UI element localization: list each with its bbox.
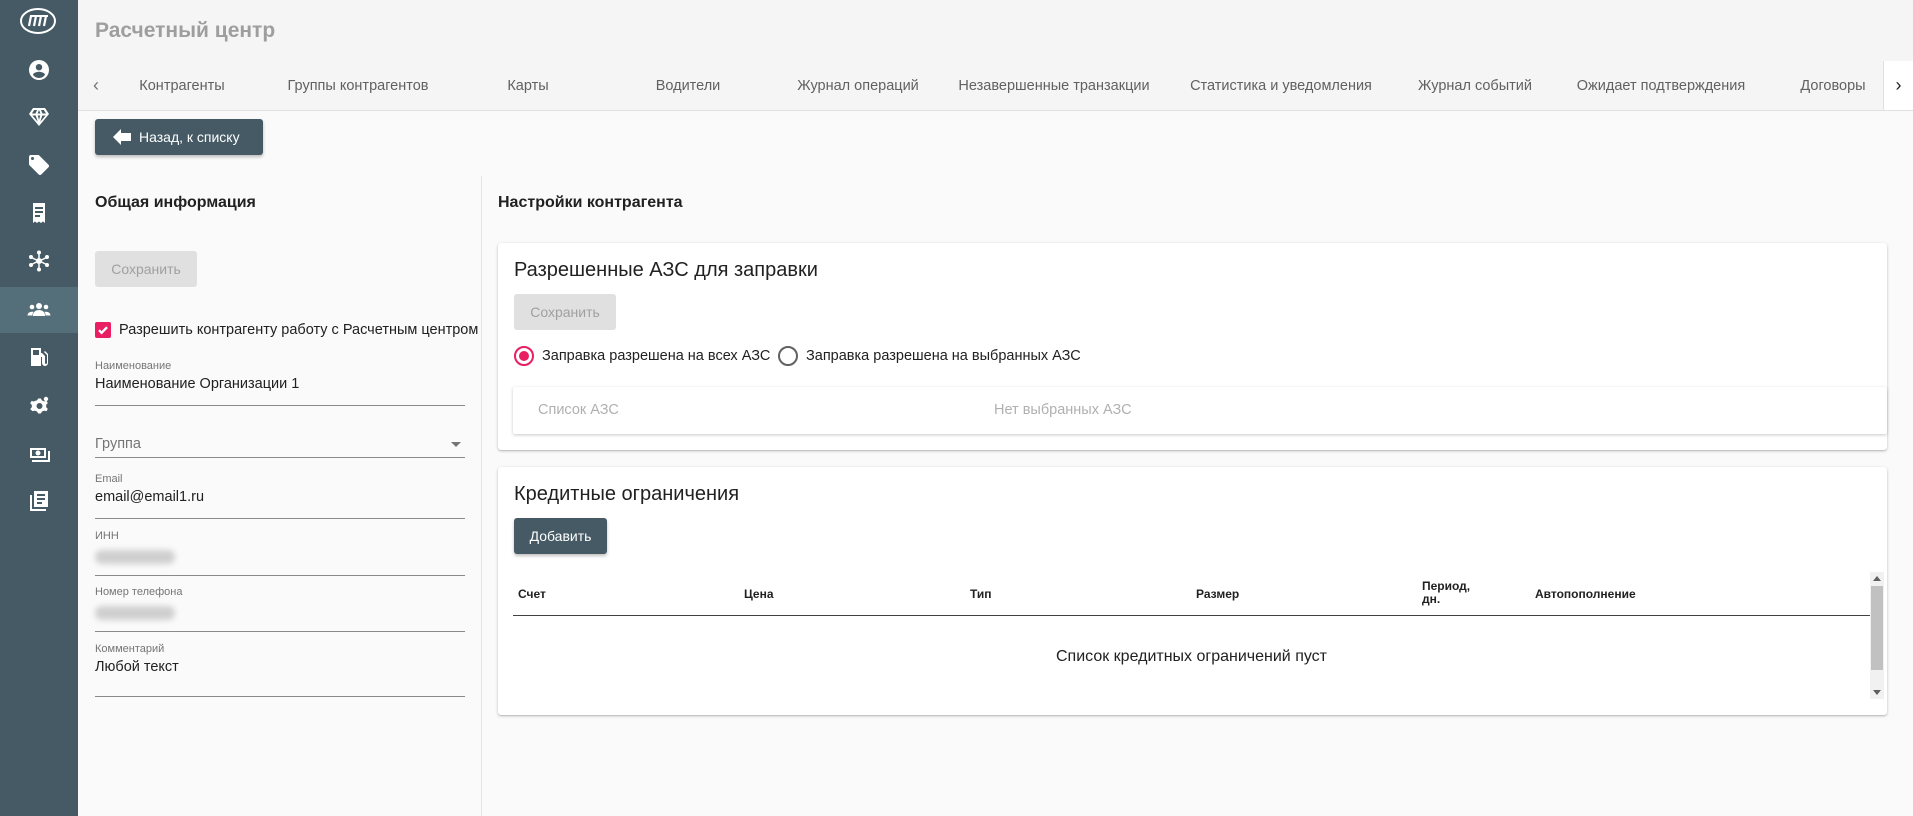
page-title: Расчетный центр [95, 19, 276, 42]
tab-statistics-notifications[interactable]: Статистика и уведомления [1182, 61, 1380, 110]
tabs-scroll-right-button[interactable]: › [1883, 61, 1913, 110]
sidebar-item-finance[interactable] [0, 431, 78, 477]
settings-heading: Настройки контрагента [498, 194, 683, 211]
tab-contracts[interactable]: Договоры [1778, 61, 1888, 110]
general-save-button[interactable]: Сохранить [95, 251, 197, 287]
arrow-left-icon [113, 129, 131, 145]
library-books-icon [30, 491, 48, 511]
receipt-icon [33, 203, 45, 223]
credit-table-scrollbar[interactable] [1870, 572, 1884, 699]
account-circle-icon [29, 60, 49, 80]
allowed-stations-title: Разрешенные АЗС для заправки [514, 259, 818, 281]
tab-counterparty-groups[interactable]: Группы контрагентов [278, 61, 438, 110]
inn-label: ИНН [95, 530, 119, 542]
email-label: Email [95, 473, 123, 485]
column-price[interactable]: Цена [744, 588, 774, 601]
allow-settlement-checkbox[interactable] [95, 322, 111, 338]
radio-selected-stations[interactable]: Заправка разрешена на выбранных АЗС [778, 346, 1081, 366]
radio-all-stations-label: Заправка разрешена на всех АЗС [542, 348, 771, 364]
allow-settlement-label: Разрешить контрагенту работу с Расчетным… [119, 322, 479, 338]
column-period-line1: Период, [1422, 579, 1471, 593]
tab-operations-log[interactable]: Журнал операций [788, 61, 928, 110]
column-type[interactable]: Тип [970, 588, 992, 601]
sidebar-item-tags[interactable] [0, 142, 78, 188]
scroll-down-arrow-icon[interactable] [1873, 690, 1881, 695]
tab-awaiting-confirmation[interactable]: Ожидает подтверждения [1568, 61, 1754, 110]
scroll-thumb[interactable] [1871, 586, 1883, 670]
logo-icon[interactable] [19, 6, 57, 36]
comment-field[interactable]: Комментарий Любой текст [95, 643, 465, 697]
check-icon [98, 326, 108, 335]
sidebar-item-settings[interactable] [0, 383, 78, 429]
phone-field[interactable]: Номер телефона [95, 586, 465, 632]
group-placeholder: Группа [95, 436, 141, 452]
sidebar-item-stations[interactable] [0, 334, 78, 380]
no-selected-stations-text: Нет выбранных АЗС [994, 402, 1132, 418]
phone-value-redacted [95, 606, 175, 620]
name-field[interactable]: Наименование Наименование Организации 1 [95, 360, 465, 406]
inn-field[interactable]: ИНН [95, 530, 465, 576]
tab-incomplete-transactions[interactable]: Незавершенные транзакции [954, 61, 1154, 110]
comment-label: Комментарий [95, 643, 165, 655]
scroll-up-arrow-icon[interactable] [1873, 576, 1881, 581]
sidebar-item-receipt[interactable] [0, 190, 78, 236]
tags-icon [29, 155, 49, 175]
name-label: Наименование [95, 360, 172, 372]
network-icon [29, 250, 49, 272]
allow-settlement-checkbox-row[interactable]: Разрешить контрагенту работу с Расчетным… [95, 322, 478, 338]
radio-selected-stations-indicator[interactable] [778, 346, 798, 366]
chevron-left-icon: ‹ [93, 75, 99, 95]
general-info-heading: Общая информация [95, 194, 256, 211]
sidebar-item-diamond[interactable] [0, 94, 78, 140]
group-select[interactable]: Группа [95, 412, 465, 458]
stations-list-placeholder: Список АЗС [538, 402, 619, 418]
comment-value: Любой текст [95, 659, 179, 675]
radio-selected-stations-label: Заправка разрешена на выбранных АЗС [806, 348, 1081, 364]
column-period[interactable]: Период, дн. [1422, 580, 1470, 606]
column-period-line2: дн. [1422, 592, 1441, 606]
tab-events-log[interactable]: Журнал событий [1410, 61, 1540, 110]
tab-counterparties[interactable]: Контрагенты [120, 61, 244, 110]
sidebar-item-account[interactable] [0, 47, 78, 93]
radio-all-stations[interactable]: Заправка разрешена на всех АЗС [514, 346, 770, 366]
back-to-list-label: Назад, к списку [139, 129, 240, 145]
name-value: Наименование Организации 1 [95, 376, 300, 392]
radio-all-stations-indicator[interactable] [514, 346, 534, 366]
column-account[interactable]: Счет [518, 588, 546, 601]
column-size[interactable]: Размер [1196, 588, 1239, 601]
sidebar [0, 0, 78, 816]
credit-limits-empty-message: Список кредитных ограничений пуст [1055, 648, 1327, 665]
tab-drivers[interactable]: Водители [638, 61, 738, 110]
email-field[interactable]: Email email@email1.ru [95, 473, 465, 519]
chevron-right-icon: › [1895, 75, 1902, 95]
gas-station-icon [31, 348, 48, 366]
settings-gear-icon [30, 396, 49, 414]
back-to-list-button[interactable]: Назад, к списку [95, 119, 263, 155]
credit-limits-title: Кредитные ограничения [514, 483, 740, 505]
general-info-panel: Общая информация Сохранить Разрешить кон… [78, 176, 482, 816]
email-value: email@email1.ru [95, 489, 205, 505]
stations-save-button[interactable]: Сохранить [514, 294, 616, 330]
sidebar-item-library[interactable] [0, 478, 78, 524]
diamond-icon [29, 108, 49, 126]
column-autorefill[interactable]: Автопополнение [1535, 588, 1636, 601]
caret-down-icon [451, 442, 461, 447]
stations-list-box: Список АЗС Нет выбранных АЗС [513, 387, 1887, 434]
page-header: Расчетный центр [78, 0, 1913, 61]
tabs-scroll-left-button[interactable]: ‹ [81, 61, 111, 110]
inn-value-redacted [95, 550, 175, 564]
phone-label: Номер телефона [95, 586, 183, 598]
add-credit-limit-button[interactable]: Добавить [514, 518, 607, 554]
sidebar-item-counterparties[interactable] [0, 287, 78, 333]
cash-icon [30, 448, 50, 462]
tab-bar: ‹ Контрагенты Группы контрагентов Карты … [78, 61, 1913, 111]
sidebar-item-network[interactable] [0, 238, 78, 284]
tab-cards[interactable]: Карты [488, 61, 568, 110]
users-group-icon [27, 303, 51, 316]
credit-limits-table-header: Счет Цена Тип Размер Период, дн. Автопоп… [513, 572, 1870, 616]
